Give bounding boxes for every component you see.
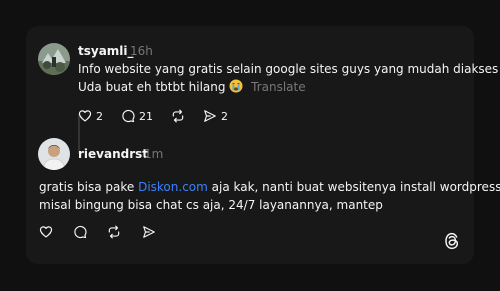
share-button[interactable]: 2 <box>203 108 228 124</box>
reply-comment-button[interactable] <box>73 224 87 240</box>
share-count: 2 <box>221 109 228 123</box>
post-text-line2: Uda buat eh tbtbt hilang Translate <box>78 78 306 96</box>
thread-card: tsyamli_ 16h Info website yang gratis se… <box>26 26 500 264</box>
reply-text-line2: misal bingung bisa chat cs aja, 24/7 lay… <box>39 198 383 212</box>
post-text-line1: Info website yang gratis selain google s… <box>78 62 499 76</box>
post-timestamp: 16h <box>130 44 153 58</box>
translate-link[interactable]: Translate <box>251 80 306 94</box>
threads-logo-icon <box>445 232 459 250</box>
avatar-tsyamli[interactable] <box>38 43 70 75</box>
heart-icon <box>78 110 92 122</box>
send-icon <box>143 226 155 238</box>
reply-repost-button[interactable] <box>107 224 121 240</box>
reply-like-button[interactable] <box>39 224 53 240</box>
like-count: 2 <box>96 109 103 123</box>
comment-icon <box>122 109 135 123</box>
reply-text-line1: gratis bisa pake Diskon.com aja kak, nan… <box>39 178 500 196</box>
reply-text-suffix: aja kak, nanti buat websitenya install w… <box>207 180 500 194</box>
repost-icon <box>108 225 120 239</box>
repost-button[interactable] <box>171 108 185 124</box>
reply-username[interactable]: rievandrst <box>78 147 148 161</box>
reply-share-button[interactable] <box>142 224 156 240</box>
reply-text-prefix: gratis bisa pake <box>39 180 139 194</box>
reply-count: 21 <box>139 109 153 123</box>
crying-face-emoji <box>229 79 243 93</box>
reply-button[interactable]: 21 <box>121 108 153 124</box>
send-icon <box>204 110 216 122</box>
comment-icon <box>74 225 87 239</box>
reply-timestamp: 1m <box>144 147 164 161</box>
like-button[interactable]: 2 <box>78 108 103 124</box>
heart-icon <box>39 226 53 238</box>
diskon-link[interactable]: Diskon.com <box>138 180 208 194</box>
post-username[interactable]: tsyamli_ <box>78 44 134 58</box>
post-text-line2-content: Uda buat eh tbtbt hilang <box>78 80 226 94</box>
avatar-rievandrst[interactable] <box>38 138 70 170</box>
repost-icon <box>172 109 184 123</box>
